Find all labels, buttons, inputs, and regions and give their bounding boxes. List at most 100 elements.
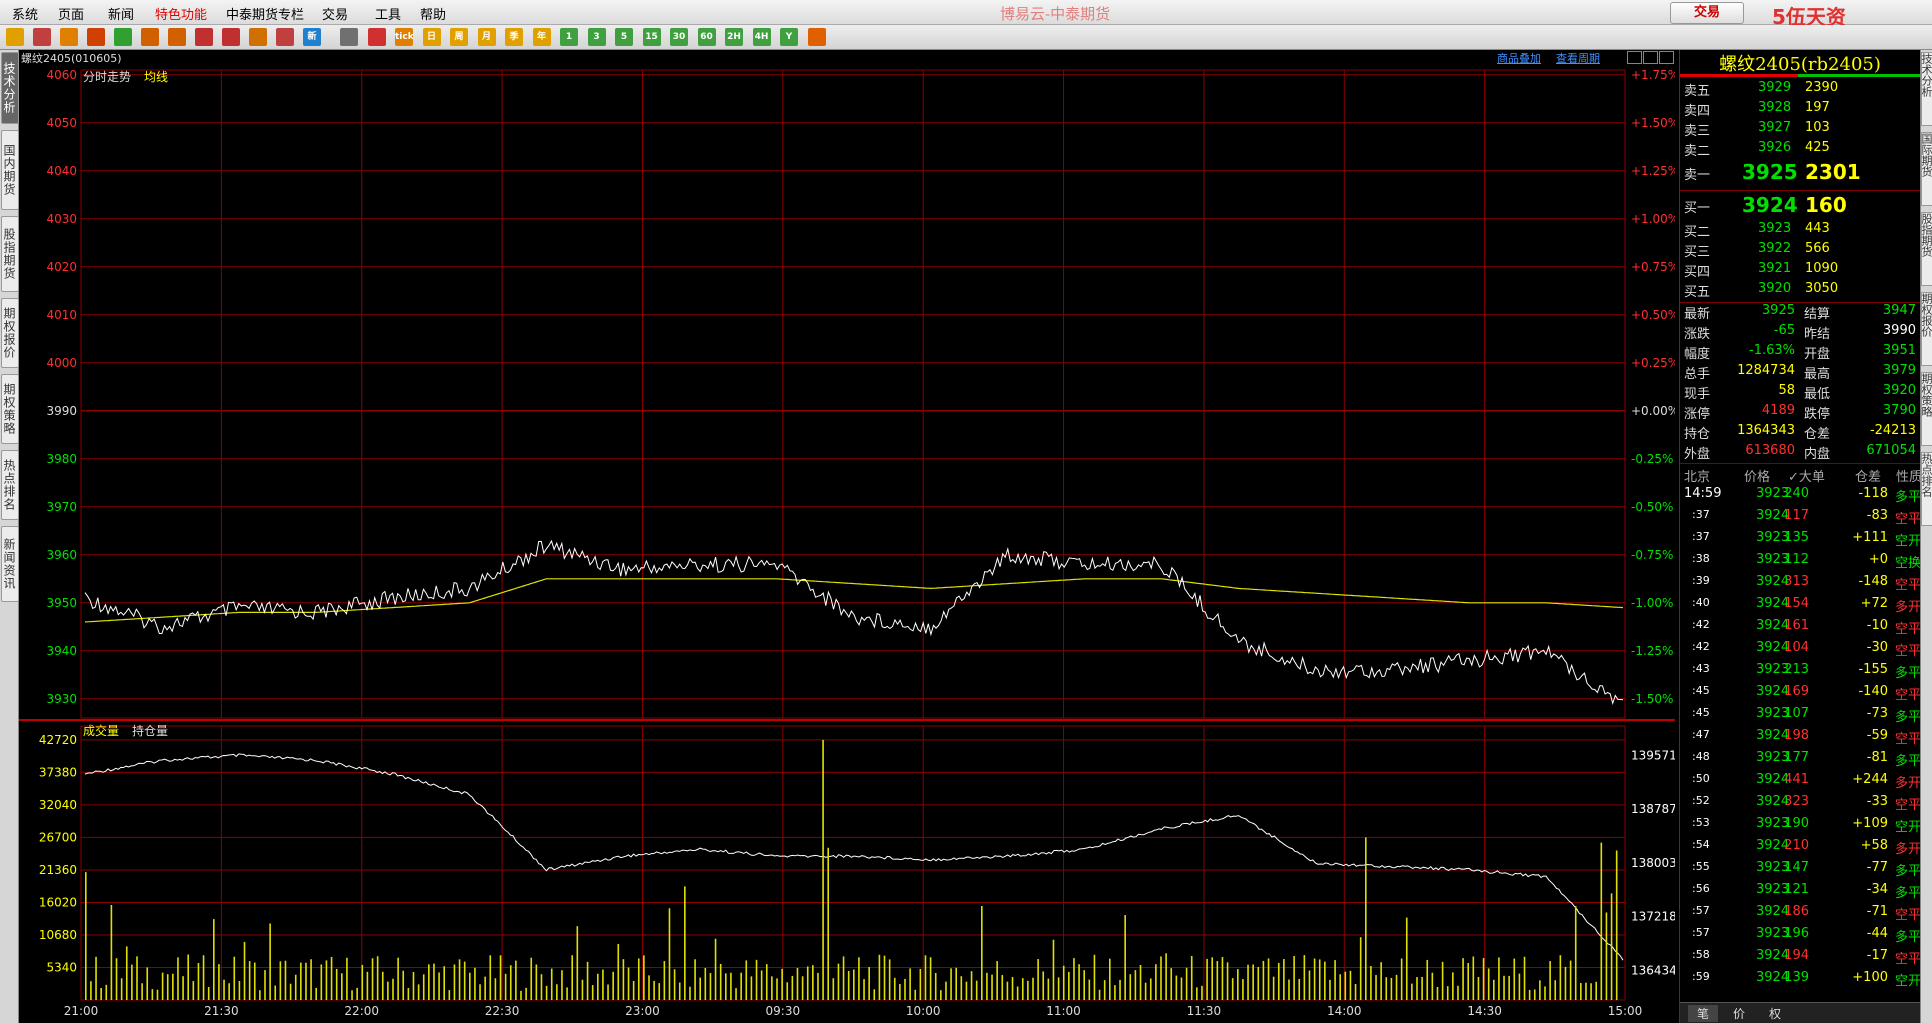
tick-row[interactable]: :52 3924 323 -33 空平 — [1680, 794, 1921, 816]
menu-item-2[interactable]: 新闻 — [108, 4, 134, 23]
menu-item-6[interactable]: 工具 — [375, 4, 401, 23]
60min-icon[interactable]: 60 — [697, 28, 716, 46]
left-tab-4[interactable]: 期权策略 — [1, 374, 19, 444]
calendar-icon[interactable] — [807, 28, 826, 46]
tick-row[interactable]: :56 3923 121 -34 多平 — [1680, 882, 1921, 904]
volume-bar — [1518, 973, 1521, 1000]
tick-row[interactable]: :37 3924 117 -83 空平 — [1680, 508, 1921, 530]
tick-row[interactable]: :45 3923 107 -73 多平 — [1680, 706, 1921, 728]
tick-row[interactable]: :59 3924 139 +100 空开 — [1680, 970, 1921, 992]
left-tab-2[interactable]: 股指期货 — [1, 216, 19, 292]
table-icon[interactable] — [340, 28, 358, 46]
tick-row[interactable]: :37 3923 135 +111 空开 — [1680, 530, 1921, 552]
2h-icon[interactable]: 2H — [725, 28, 743, 46]
line-chart-icon[interactable] — [367, 28, 386, 46]
tick-nature: 空平 — [1895, 688, 1922, 703]
right-tab-2[interactable]: 股指期货 — [1921, 212, 1932, 286]
15min-icon[interactable]: 15 — [642, 28, 661, 46]
tick-row[interactable]: :57 3924 186 -71 空平 — [1680, 904, 1921, 926]
tick-chart-icon[interactable]: tick — [395, 28, 414, 46]
back-arrow-icon[interactable] — [6, 28, 24, 46]
window-icon[interactable] — [195, 28, 213, 46]
year-icon[interactable]: 年 — [532, 28, 551, 46]
tick-row[interactable]: :58 3924 194 -17 空平 — [1680, 948, 1921, 970]
tick-row[interactable]: :55 3923 147 -77 多平 — [1680, 860, 1921, 882]
home-icon[interactable] — [33, 28, 51, 46]
right-tab-1[interactable]: 国际期货 — [1921, 132, 1932, 206]
menu-item-5[interactable]: 交易 — [322, 4, 348, 23]
intraday-chart[interactable]: 4060 +1.75% 4050 +1.50% 4040 +1.25% 4030 +1.00%… — [19, 50, 1675, 1020]
app-title: 博易云-中泰期货 — [1000, 5, 1111, 23]
zoom-out-icon[interactable] — [168, 28, 186, 46]
book-icon[interactable] — [60, 28, 78, 46]
money-icon[interactable] — [87, 28, 105, 46]
tick-row[interactable]: :40 3924 154 +72 多开 — [1680, 596, 1921, 618]
volume-bar — [238, 981, 241, 1000]
week-icon[interactable]: 周 — [450, 28, 468, 46]
refresh-icon[interactable] — [114, 28, 132, 46]
tick-row[interactable]: :54 3924 210 +58 多开 — [1680, 838, 1921, 860]
5min-icon[interactable]: 5 — [615, 28, 633, 46]
season-icon[interactable]: 季 — [505, 28, 523, 46]
menu-item-7[interactable]: 帮助 — [420, 4, 446, 23]
bottom-tab-2[interactable]: 权 — [1760, 1005, 1790, 1022]
left-tab-6[interactable]: 新闻资讯 — [1, 526, 19, 602]
overlay-link[interactable]: 商品叠加 — [1497, 50, 1541, 66]
tick-row[interactable]: :43 3923 213 -155 多平 — [1680, 662, 1921, 684]
right-tab-5[interactable]: 热点排名 — [1921, 452, 1932, 526]
right-tab-4[interactable]: 期权策略 — [1921, 372, 1932, 446]
tick-nature: 空平 — [1895, 732, 1922, 747]
tick-row[interactable]: :42 3924 104 -30 空平 — [1680, 640, 1921, 662]
bucket-icon[interactable] — [249, 28, 267, 46]
menu-item-3[interactable]: 特色功能 — [155, 4, 207, 23]
4h-icon[interactable]: 4H — [752, 28, 771, 46]
bottom-tab-1[interactable]: 价 — [1724, 1005, 1754, 1022]
1min-icon[interactable]: 1 — [560, 28, 578, 46]
tick-row[interactable]: 14:59 3923 240 -118 多平 — [1680, 486, 1921, 508]
right-tab-3[interactable]: 期权报价 — [1921, 292, 1932, 366]
stats-row: 总手 1284734 最高 3979 — [1680, 363, 1920, 383]
quote-title: 螺纹2405(rb2405) — [1719, 54, 1881, 75]
volume-bar — [371, 958, 374, 1000]
tick-row[interactable]: :57 3923 196 -44 多平 — [1680, 926, 1921, 948]
tick-row[interactable]: :48 3923 177 -81 多平 — [1680, 750, 1921, 772]
window-min-icon[interactable] — [1643, 51, 1658, 64]
left-tab-1[interactable]: 国内期货 — [1, 130, 19, 210]
volume-bar — [1032, 977, 1034, 1000]
bottom-tab-0[interactable]: 笔 — [1688, 1005, 1718, 1022]
chart-area[interactable]: 4060 +1.75% 4050 +1.50% 4040 +1.25% 4030 +1.00%… — [19, 50, 1675, 1020]
left-tab-5[interactable]: 热点排名 — [1, 450, 19, 520]
tick-row[interactable]: :50 3924 441 +244 多开 — [1680, 772, 1921, 794]
percent-tick-label: -1.00% — [1631, 596, 1673, 610]
tick-row[interactable]: :42 3924 161 -10 空平 — [1680, 618, 1921, 640]
y-icon[interactable]: Y — [780, 28, 798, 46]
right-tab-0[interactable]: 技术分析 — [1921, 52, 1932, 126]
3min-icon[interactable]: 3 — [587, 28, 606, 46]
tick-row[interactable]: :45 3924 169 -140 空平 — [1680, 684, 1922, 706]
window-max-icon[interactable] — [1659, 51, 1674, 64]
month-icon[interactable]: 月 — [477, 28, 496, 46]
period-link[interactable]: 查看周期 — [1556, 50, 1600, 66]
window-restore-icon[interactable] — [1627, 51, 1642, 64]
volume-bar — [341, 973, 343, 1000]
stat-value: 58 — [1778, 383, 1795, 398]
tick-row[interactable]: :38 3923 112 +0 空换 — [1680, 552, 1921, 574]
book-label: 买四 — [1684, 265, 1711, 280]
tick-row[interactable]: :53 3923 190 +109 空开 — [1680, 816, 1921, 838]
left-tab-3[interactable]: 期权报价 — [1, 298, 19, 368]
volume-bar — [1554, 980, 1557, 1000]
menu-item-4[interactable]: 中泰期货专栏 — [226, 4, 304, 23]
trade-button[interactable]: 交易 — [1670, 2, 1744, 24]
left-tab-0[interactable]: 技术分析 — [1, 52, 19, 124]
menu-item-1[interactable]: 页面 — [58, 4, 84, 23]
day-icon[interactable]: 日 — [422, 28, 441, 46]
new-icon[interactable]: 新 — [303, 28, 321, 46]
pen-icon[interactable] — [222, 28, 240, 46]
filter-icon[interactable] — [276, 28, 294, 46]
menu-item-0[interactable]: 系统 — [12, 4, 38, 23]
30min-icon[interactable]: 30 — [670, 28, 688, 46]
tick-row[interactable]: :47 3924 198 -59 空平 — [1680, 728, 1922, 750]
tick-row[interactable]: :39 3924 313 -148 空平 — [1680, 574, 1921, 596]
volume-bar — [509, 965, 512, 1000]
zoom-in-icon[interactable] — [141, 28, 159, 46]
